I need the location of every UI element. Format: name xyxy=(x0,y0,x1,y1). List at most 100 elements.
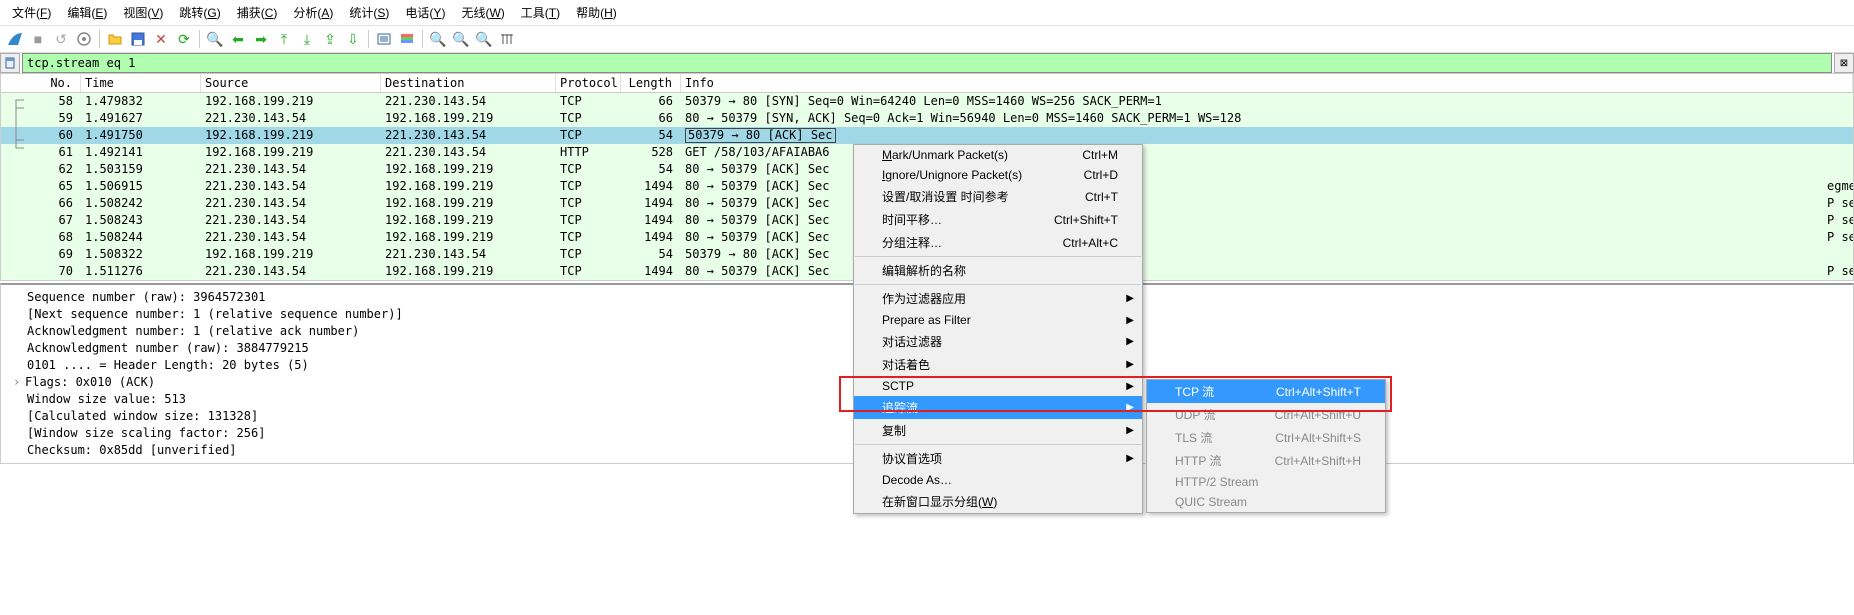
menubar-item[interactable]: 工具(T) xyxy=(513,2,568,23)
submenu-arrow-icon: ▶ xyxy=(1126,381,1134,392)
submenu-item[interactable]: TCP 流Ctrl+Alt+Shift+T xyxy=(1147,380,1385,403)
expand-icon[interactable]: › xyxy=(13,374,25,391)
go-down-icon[interactable]: ⇩ xyxy=(342,28,364,50)
context-menu-item[interactable]: 在新窗口显示分组(W) xyxy=(854,490,1142,513)
cell: TCP xyxy=(556,127,621,144)
column-header-source[interactable]: Source xyxy=(201,74,381,92)
zoom-reset-icon[interactable]: 🔍 xyxy=(473,28,495,50)
context-menu-item[interactable]: Decode As… xyxy=(854,470,1142,490)
column-header-destination[interactable]: Destination xyxy=(381,74,556,92)
go-first-icon[interactable]: ⤓ xyxy=(296,28,318,50)
shark-fin-icon[interactable] xyxy=(4,28,26,50)
context-menu-item[interactable]: 时间平移…Ctrl+Shift+T xyxy=(854,208,1142,231)
find-icon[interactable]: 🔍 xyxy=(204,28,226,50)
context-menu-item[interactable]: Ignore/Unignore Packet(s)Ctrl+D xyxy=(854,165,1142,185)
follow-stream-submenu: TCP 流Ctrl+Alt+Shift+TUDP 流Ctrl+Alt+Shift… xyxy=(1146,379,1386,513)
column-header-no[interactable]: No. xyxy=(1,74,81,92)
shortcut-label: Ctrl+Alt+C xyxy=(1039,236,1118,250)
menubar-item[interactable]: 分析(A) xyxy=(285,2,341,23)
zoom-out-icon[interactable]: 🔍 xyxy=(450,28,472,50)
go-back-icon[interactable]: ⬅ xyxy=(227,28,249,50)
packet-row[interactable]: 591.491627221.230.143.54192.168.199.219T… xyxy=(1,110,1853,127)
menubar-item[interactable]: 文件(F) xyxy=(4,2,59,23)
stop-capture-icon[interactable]: ■ xyxy=(27,28,49,50)
context-menu-item[interactable]: Prepare as Filter▶ xyxy=(854,310,1142,330)
menubar-item[interactable]: 视图(V) xyxy=(115,2,171,23)
menubar-item[interactable]: 捕获(C) xyxy=(229,2,286,23)
filter-clear-icon[interactable]: ⊠ xyxy=(1834,53,1854,73)
cell: 221.230.143.54 xyxy=(201,178,381,195)
cell: 192.168.199.219 xyxy=(201,93,381,110)
resize-columns-icon[interactable] xyxy=(496,28,518,50)
column-header-info[interactable]: Info xyxy=(681,74,1853,92)
reload-icon[interactable]: ⟳ xyxy=(173,28,195,50)
context-menu-item[interactable]: 协议首选项▶ xyxy=(854,447,1142,470)
restart-capture-icon[interactable]: ↺ xyxy=(50,28,72,50)
context-menu-item[interactable]: 复制▶ xyxy=(854,419,1142,442)
cell: 58 xyxy=(1,93,81,110)
column-header-length[interactable]: Length xyxy=(621,74,681,92)
column-header-protocol[interactable]: Protocol xyxy=(556,74,621,92)
menubar-item[interactable]: 电话(Y) xyxy=(397,2,453,23)
open-file-icon[interactable] xyxy=(104,28,126,50)
cell: 1.491750 xyxy=(81,127,201,144)
context-menu-item[interactable]: 对话过滤器▶ xyxy=(854,330,1142,353)
cell: 1.511276 xyxy=(81,263,201,280)
zoom-in-icon[interactable]: 🔍 xyxy=(427,28,449,50)
cell: 54 xyxy=(621,127,681,144)
cell: 221.230.143.54 xyxy=(201,229,381,246)
colorize-icon[interactable] xyxy=(396,28,418,50)
cell: 68 xyxy=(1,229,81,246)
submenu-item: QUIC Stream xyxy=(1147,492,1385,512)
auto-scroll-icon[interactable] xyxy=(373,28,395,50)
context-menu-item[interactable]: SCTP▶ xyxy=(854,376,1142,396)
submenu-arrow-icon: ▶ xyxy=(1126,425,1134,436)
cell: 221.230.143.54 xyxy=(201,110,381,127)
capture-options-icon[interactable] xyxy=(73,28,95,50)
cell: 1494 xyxy=(621,178,681,195)
menubar-item[interactable]: 无线(W) xyxy=(453,2,512,23)
go-last-icon[interactable]: ⇪ xyxy=(319,28,341,50)
cell: 65 xyxy=(1,178,81,195)
submenu-arrow-icon: ▶ xyxy=(1126,402,1134,413)
cell: 1.508242 xyxy=(81,195,201,212)
cell: 62 xyxy=(1,161,81,178)
shortcut-label: Ctrl+Alt+Shift+H xyxy=(1251,454,1361,468)
context-menu-item[interactable]: 编辑解析的名称 xyxy=(854,259,1142,282)
cell: 192.168.199.219 xyxy=(381,212,556,229)
close-file-icon[interactable]: ✕ xyxy=(150,28,172,50)
cell: 54 xyxy=(621,161,681,178)
menubar-item[interactable]: 编辑(E) xyxy=(59,2,115,23)
packet-row[interactable]: 601.491750192.168.199.219221.230.143.54T… xyxy=(1,127,1853,144)
submenu-arrow-icon: ▶ xyxy=(1126,453,1134,464)
cell: 1.506915 xyxy=(81,178,201,195)
cell: 192.168.199.219 xyxy=(381,195,556,212)
cell-info: 50379 → 80 [SYN] Seq=0 Win=64240 Len=0 M… xyxy=(681,93,1853,110)
cell: TCP xyxy=(556,110,621,127)
go-to-packet-icon[interactable]: ⤒ xyxy=(273,28,295,50)
context-menu-item[interactable]: 设置/取消设置 时间参考Ctrl+T xyxy=(854,185,1142,208)
menubar-item[interactable]: 统计(S) xyxy=(341,2,397,23)
context-menu-item[interactable]: 对话着色▶ xyxy=(854,353,1142,376)
packet-row[interactable]: 581.479832192.168.199.219221.230.143.54T… xyxy=(1,93,1853,110)
cell: 221.230.143.54 xyxy=(381,144,556,161)
column-header-time[interactable]: Time xyxy=(81,74,201,92)
cell: 1494 xyxy=(621,229,681,246)
context-menu-item[interactable]: 作为过滤器应用▶ xyxy=(854,287,1142,310)
context-menu-item[interactable]: 分组注释…Ctrl+Alt+C xyxy=(854,231,1142,254)
cell: 221.230.143.54 xyxy=(201,195,381,212)
cell: 221.230.143.54 xyxy=(381,127,556,144)
menubar-item[interactable]: 跳转(G) xyxy=(171,2,228,23)
save-file-icon[interactable] xyxy=(127,28,149,50)
go-forward-icon[interactable]: ➡ xyxy=(250,28,272,50)
display-filter-input[interactable] xyxy=(22,53,1832,73)
menu-separator xyxy=(855,284,1141,285)
menubar-item[interactable]: 帮助(H) xyxy=(568,2,625,23)
context-menu-item[interactable]: Mark/Unmark Packet(s)Ctrl+M xyxy=(854,145,1142,165)
cell: 1.479832 xyxy=(81,93,201,110)
cell: 221.230.143.54 xyxy=(381,93,556,110)
filter-bookmark-icon[interactable] xyxy=(0,53,20,73)
context-menu-item[interactable]: 追踪流▶ xyxy=(854,396,1142,419)
submenu-arrow-icon: ▶ xyxy=(1126,315,1134,326)
submenu-item: HTTP/2 Stream xyxy=(1147,472,1385,492)
